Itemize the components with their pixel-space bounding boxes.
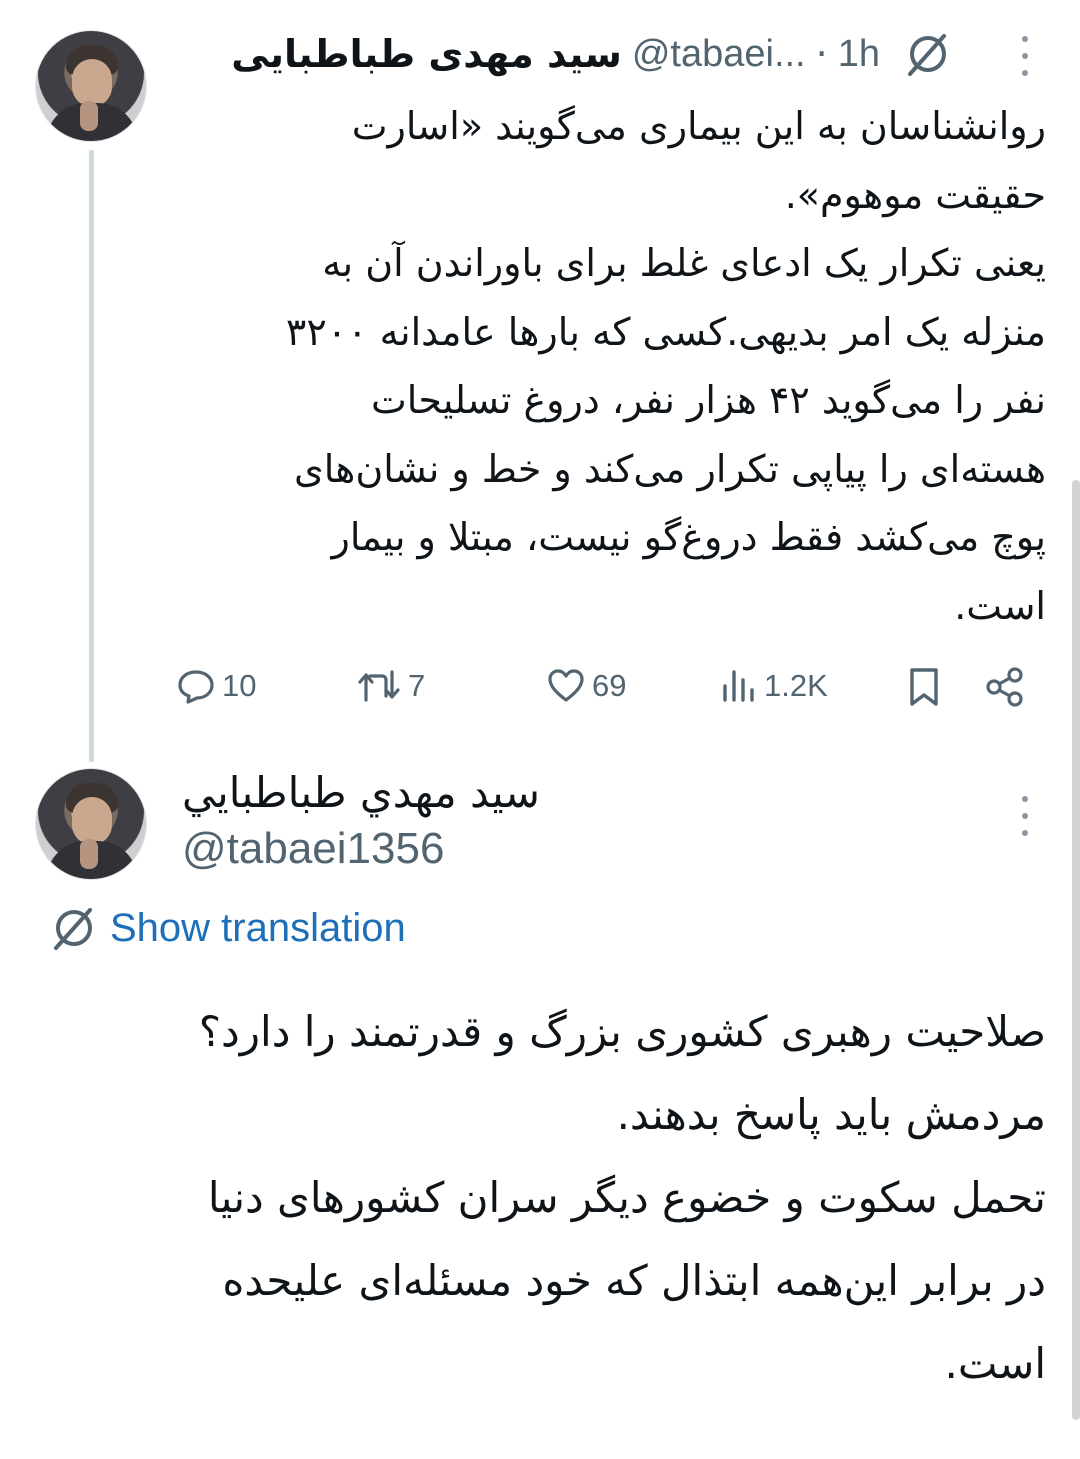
display-name-quoted[interactable]: سيد مهدي طباطبايي xyxy=(182,768,540,817)
repost-button[interactable]: 7 xyxy=(356,666,425,706)
handle-quoted[interactable]: @tabaei1356 xyxy=(182,824,444,874)
tweet-text-quoted: صلاحیت رهبری کشوری بزرگ و قدرتمند را دار… xyxy=(198,1007,1046,1388)
like-count: 69 xyxy=(592,668,627,703)
display-name[interactable]: سید مهدی طباطبایی xyxy=(231,32,622,76)
views-icon xyxy=(723,670,754,702)
bookmark-icon[interactable] xyxy=(904,666,944,708)
timestamp[interactable]: 1h xyxy=(838,33,880,76)
translate-icon xyxy=(54,908,92,950)
avatar-quoted[interactable] xyxy=(35,768,147,880)
views-count: 1.2K xyxy=(764,668,828,703)
more-icon[interactable] xyxy=(1018,36,1032,76)
like-button[interactable]: 69 xyxy=(546,666,626,706)
reply-icon xyxy=(178,670,214,704)
like-icon xyxy=(548,669,584,702)
show-translation-button[interactable]: Show translation xyxy=(46,902,406,954)
tweet-header: سید مهدی طباطبایی @tabaei... · 1h xyxy=(231,28,880,80)
time-separator: · xyxy=(815,32,828,76)
views-button[interactable]: 1.2K xyxy=(720,666,828,706)
share-icon[interactable] xyxy=(984,666,1026,708)
scrollbar[interactable] xyxy=(1072,480,1080,1420)
reply-button[interactable]: 10 xyxy=(176,666,256,706)
show-translation-label: Show translation xyxy=(110,905,406,950)
more-icon-quoted[interactable] xyxy=(1018,796,1032,836)
repost-count: 7 xyxy=(408,668,426,703)
handle[interactable]: @tabaei... xyxy=(632,33,806,76)
repost-icon xyxy=(358,670,400,702)
translate-icon[interactable] xyxy=(900,28,952,80)
avatar[interactable] xyxy=(35,30,147,142)
tweet-actions: 10 7 69 1.2K xyxy=(0,658,1080,718)
tweet-text: روانشناسان به این بیماری می‌گویند «اسارت… xyxy=(285,104,1046,628)
reply-count: 10 xyxy=(222,668,257,703)
